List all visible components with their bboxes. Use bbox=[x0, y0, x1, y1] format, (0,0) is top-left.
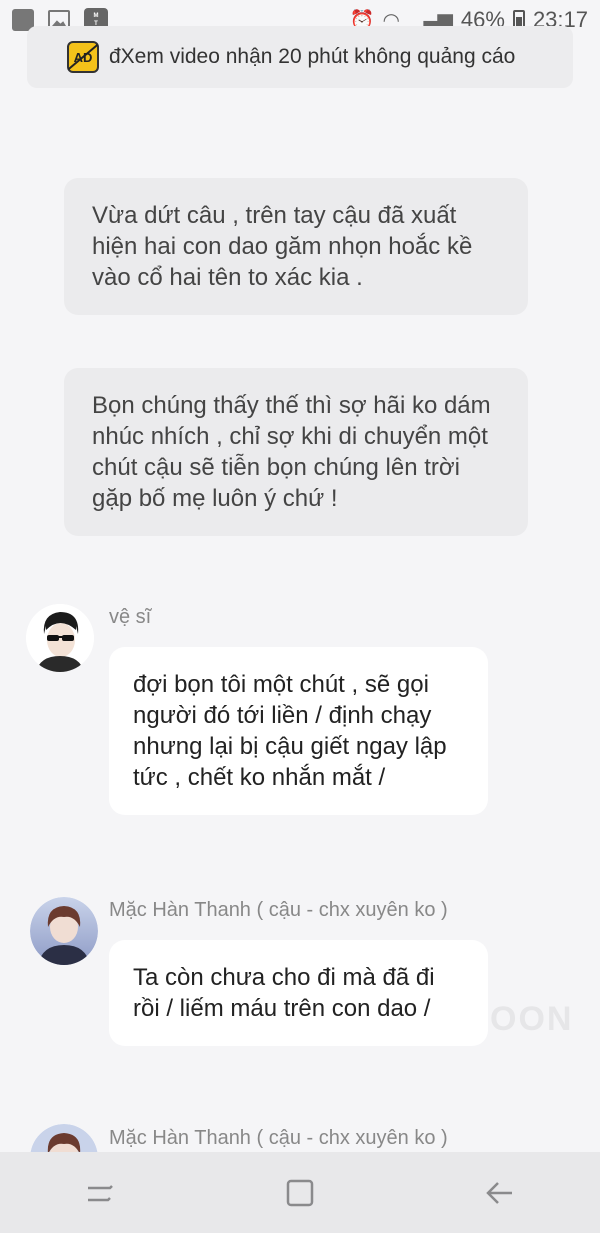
sender-name: vệ sĩ bbox=[109, 606, 152, 628]
narration-text: Vừa dứt câu , trên tay cậu đã xuất hiện … bbox=[92, 202, 473, 291]
home-icon bbox=[286, 1179, 314, 1206]
chat-story-screen: MT ⏰ ◠ ▂▄▆ 46% 23:17 AD đXem video nhận … bbox=[0, 0, 600, 1233]
message-text: Ta còn chưa cho đi mà đã đi rồi / liếm m… bbox=[133, 964, 435, 1022]
bodyguard-avatar-icon bbox=[26, 604, 94, 672]
message-text: đợi bọn tôi một chút , sẽ gọi người đó t… bbox=[133, 671, 447, 791]
avatar[interactable] bbox=[26, 604, 94, 672]
chat-message-bubble: Ta còn chưa cho đi mà đã đi rồi / liếm m… bbox=[109, 940, 488, 1046]
chat-message-bubble: đợi bọn tôi một chút , sẽ gọi người đó t… bbox=[109, 647, 488, 815]
remove-ads-banner[interactable]: AD đXem video nhận 20 phút không quảng c… bbox=[27, 26, 573, 88]
sender-name: Mặc Hàn Thanh ( cậu - chx xuyên ko ) bbox=[109, 1127, 448, 1149]
narration-bubble: Bọn chúng thấy thế thì sợ hãi ko dám nhú… bbox=[64, 368, 528, 536]
back-button[interactable] bbox=[470, 1168, 530, 1218]
recent-apps-icon bbox=[88, 1184, 113, 1201]
narration-text: Bọn chúng thấy thế thì sợ hãi ko dám nhú… bbox=[92, 392, 491, 512]
no-ads-icon: AD bbox=[67, 41, 99, 73]
narration-bubble: Vừa dứt câu , trên tay cậu đã xuất hiện … bbox=[64, 178, 528, 315]
watermark: OON bbox=[490, 1000, 574, 1038]
navigation-bar bbox=[0, 1152, 600, 1233]
home-button[interactable] bbox=[270, 1168, 330, 1218]
sender-name: Mặc Hàn Thanh ( cậu - chx xuyên ko ) bbox=[109, 899, 448, 921]
ad-banner-text: đXem video nhận 20 phút không quảng cáo bbox=[109, 45, 516, 68]
back-icon bbox=[486, 1181, 512, 1204]
avatar[interactable] bbox=[30, 897, 98, 965]
character-avatar-icon bbox=[30, 897, 98, 965]
recent-apps-button[interactable] bbox=[70, 1168, 130, 1218]
